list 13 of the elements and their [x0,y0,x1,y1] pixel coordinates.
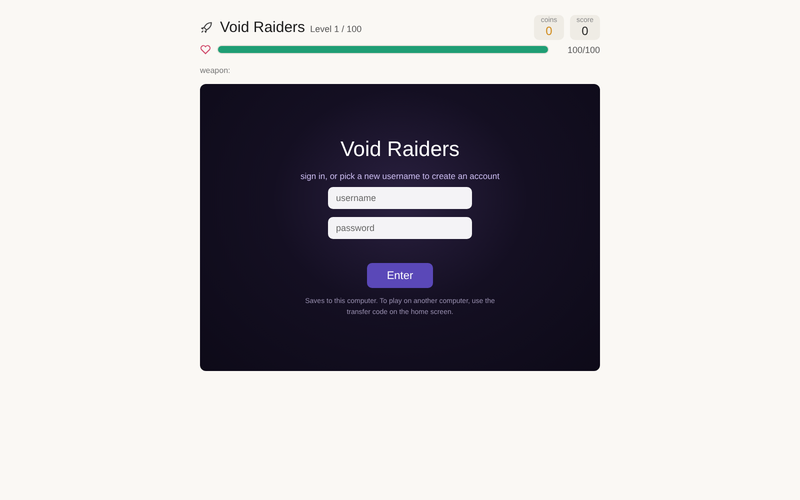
input-field[interactable]: password [328,217,472,239]
login-title: Void Raiders [340,138,460,162]
heart-icon [200,44,211,55]
weapon-label: weapon: [200,66,232,75]
game-title: Void Raiders [220,19,306,36]
login-subtitle: sign in, or pick a new username to create an account [300,171,500,181]
stat-value: 0 [546,24,552,38]
input-field[interactable]: username [328,187,472,209]
level-label: Level 1 / 100 [310,24,362,34]
rocket-icon [200,21,213,34]
health-reading: 100/100 [567,44,600,54]
stat-value: 0 [582,24,588,38]
enter-button[interactable]: Enter [367,263,433,288]
